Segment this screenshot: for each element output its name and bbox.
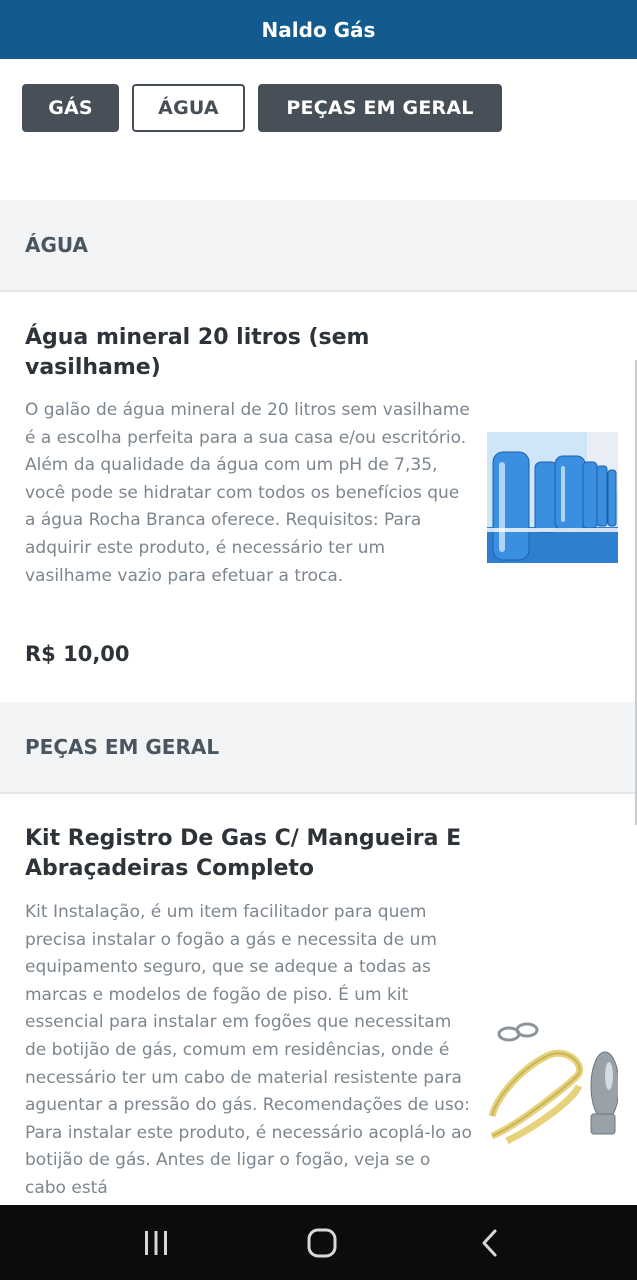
home-button[interactable] <box>277 1205 367 1280</box>
product-price: R$ 10,00 <box>25 642 130 666</box>
category-tabs: GÁS ÁGUA PEÇAS EM GERAL <box>22 84 502 132</box>
tab-agua[interactable]: ÁGUA <box>132 84 245 132</box>
product-card[interactable]: Kit Registro De Gas C/ Mangueira E Abraç… <box>0 796 637 1205</box>
recents-icon <box>145 1230 167 1255</box>
back-button[interactable] <box>445 1205 535 1280</box>
product-name: Kit Registro De Gas C/ Mangueira E Abraç… <box>25 826 462 881</box>
app-header: Naldo Gás <box>0 0 637 59</box>
system-navigation-bar <box>0 1205 637 1280</box>
section-title: PEÇAS EM GERAL <box>25 735 220 759</box>
product-description: O galão de água mineral de 20 litros sem… <box>25 400 470 586</box>
water-gallons-image[interactable] <box>487 432 618 563</box>
back-icon <box>482 1229 497 1256</box>
product-name: Água mineral 20 litros (sem vasilhame) <box>25 325 370 380</box>
gas-regulator-kit-image[interactable] <box>487 1016 618 1147</box>
product-card[interactable]: Água mineral 20 litros (sem vasilhame) O… <box>0 294 637 702</box>
tab-pecas-em-geral[interactable]: PEÇAS EM GERAL <box>258 84 502 132</box>
section-title: ÁGUA <box>25 233 88 257</box>
home-icon <box>307 1228 337 1257</box>
product-description: Kit Instalação, é um item facilitador pa… <box>25 902 472 1198</box>
section-header-pecas: PEÇAS EM GERAL <box>0 702 637 794</box>
section-header-agua: ÁGUA <box>0 200 637 292</box>
tab-gas[interactable]: GÁS <box>22 84 119 132</box>
app-title: Naldo Gás <box>261 17 376 42</box>
recents-button[interactable] <box>111 1205 201 1280</box>
